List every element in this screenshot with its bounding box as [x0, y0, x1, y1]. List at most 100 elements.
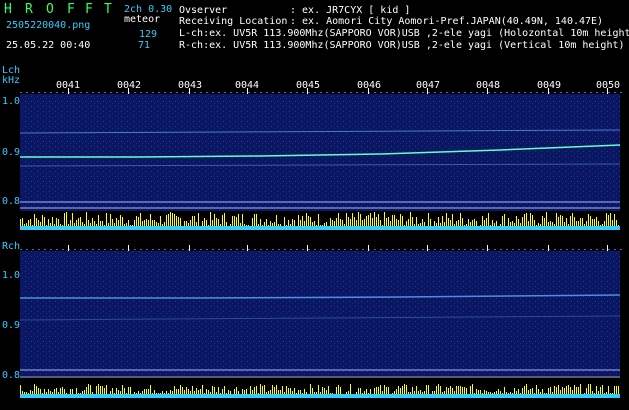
level-bar: [170, 390, 171, 394]
level-bar: [436, 223, 437, 226]
level-bar: [316, 392, 317, 394]
level-bar: [424, 222, 425, 226]
level-bar: [478, 390, 479, 394]
level-bar: [456, 386, 457, 394]
minute-tick: [488, 92, 490, 93]
minute-tick: [98, 92, 100, 93]
minute-tick: [464, 92, 466, 93]
level-bar: [20, 385, 21, 394]
level-bar: [248, 225, 249, 226]
level-bar: [236, 387, 237, 394]
level-bar: [334, 221, 335, 226]
level-bar: [56, 218, 57, 226]
level-bar: [314, 221, 315, 226]
level-bar: [160, 393, 161, 394]
level-bar: [580, 384, 581, 394]
level-bar: [444, 222, 445, 226]
minute-tick: [182, 92, 184, 93]
level-bar: [508, 393, 509, 394]
level-bar: [70, 220, 71, 226]
level-bar: [24, 392, 25, 394]
level-bar: [614, 214, 615, 226]
level-bar: [586, 221, 587, 226]
level-bar: [42, 215, 43, 226]
level-bar: [520, 223, 521, 226]
level-bar: [190, 391, 191, 394]
minute-tick: [608, 92, 610, 93]
level-bar: [554, 224, 555, 226]
level-bar: [470, 386, 471, 394]
minute-tick: [560, 249, 562, 250]
level-bar: [420, 390, 421, 394]
level-bar: [608, 386, 609, 394]
level-bar: [590, 216, 591, 226]
level-bar: [294, 388, 295, 394]
minute-tick: [302, 92, 304, 93]
level-bar: [574, 385, 575, 394]
minute-tick: [356, 249, 358, 250]
rch-tick-label: 1.0: [2, 270, 21, 281]
level-bar: [516, 216, 517, 226]
level-bar: [98, 215, 99, 226]
level-bar: [380, 385, 381, 394]
level-bar: [194, 391, 195, 394]
minute-tick: [470, 92, 472, 93]
rch-minute-ticks: [20, 245, 622, 251]
level-bar: [166, 391, 167, 394]
minute-tick: [218, 92, 220, 93]
level-bar: [168, 393, 169, 394]
level-bar: [176, 389, 177, 394]
level-bar: [512, 393, 513, 394]
level-bar: [414, 391, 415, 394]
level-bar: [464, 387, 465, 394]
level-bar: [288, 220, 289, 226]
level-bar: [562, 216, 563, 226]
minute-tick: [536, 92, 538, 93]
level-bar: [44, 389, 45, 394]
level-bar: [442, 216, 443, 226]
minute-tick: [290, 92, 292, 93]
level-bar: [428, 385, 429, 394]
minute-tick: [224, 249, 226, 250]
level-bar: [212, 386, 213, 394]
lch-tick-label: 1.0: [2, 96, 21, 107]
minute-tick: [236, 92, 238, 93]
level-bar: [302, 216, 303, 226]
level-bar: [480, 225, 481, 226]
level-bar: [440, 223, 441, 226]
minute-tick: [86, 249, 88, 250]
level-bar: [408, 392, 409, 394]
level-bar: [346, 392, 347, 394]
minute-tick: [104, 249, 106, 250]
level-bar: [252, 390, 253, 394]
level-bar: [256, 386, 257, 394]
level-bar: [348, 217, 349, 226]
rch-spectrogram: [20, 251, 620, 376]
minute-tick: [614, 92, 616, 93]
minute-tick: [350, 249, 352, 250]
level-bar: [294, 220, 295, 226]
level-bar: [216, 392, 217, 394]
level-bar: [108, 223, 109, 226]
level-bar: [258, 393, 259, 394]
level-bar: [558, 217, 559, 226]
level-bar: [84, 390, 85, 394]
minute-tick: [392, 92, 394, 93]
level-bar: [116, 388, 117, 394]
level-bar: [392, 215, 393, 226]
level-bar: [114, 393, 115, 394]
level-bar: [566, 386, 567, 394]
level-bar: [30, 390, 31, 394]
level-bar: [408, 219, 409, 226]
level-bar: [72, 389, 73, 394]
level-bar: [208, 225, 209, 226]
level-bar: [260, 219, 261, 226]
minute-tick: [434, 249, 436, 250]
level-bar: [256, 214, 257, 226]
level-bar: [370, 213, 371, 226]
level-bar: [210, 392, 211, 394]
minute-tick: [470, 249, 472, 250]
level-bar: [90, 223, 91, 226]
minute-tick: [458, 92, 460, 93]
level-bar: [552, 222, 553, 226]
